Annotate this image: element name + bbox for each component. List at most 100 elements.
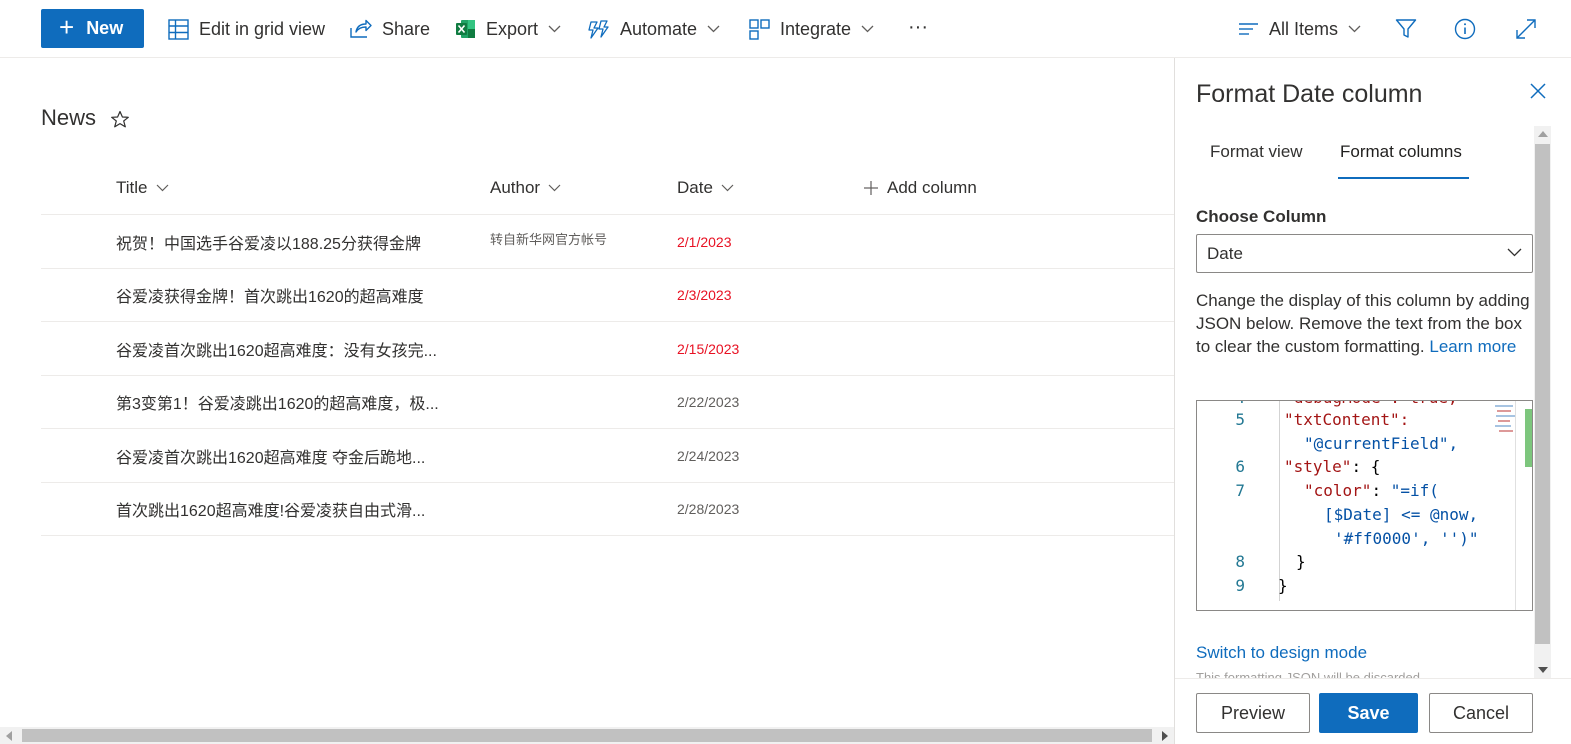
info-button[interactable] bbox=[1452, 16, 1478, 42]
row-title[interactable]: 祝贺！中国选手谷爱凌以188.25分获得金牌 bbox=[116, 215, 471, 268]
filter-button[interactable] bbox=[1393, 16, 1419, 42]
code-line: "color": "=if( bbox=[1304, 481, 1439, 500]
save-button[interactable]: Save bbox=[1319, 693, 1418, 733]
code-line: "txtContent": bbox=[1284, 410, 1410, 429]
expand-icon bbox=[1516, 19, 1536, 39]
line-number: 4 bbox=[1197, 401, 1245, 407]
editor-scroll-indicator bbox=[1525, 409, 1532, 467]
line-number: 9 bbox=[1235, 576, 1245, 595]
format-panel: Format Date column Format view Format co… bbox=[1174, 58, 1571, 744]
view-label: All Items bbox=[1269, 18, 1339, 39]
row-date: 2/3/2023 bbox=[677, 287, 732, 303]
scroll-up-icon[interactable] bbox=[1538, 131, 1548, 137]
choose-column-label: Choose Column bbox=[1196, 207, 1327, 226]
line-number: 8 bbox=[1235, 552, 1245, 571]
add-column-button[interactable]: Add column bbox=[864, 176, 977, 200]
row-author bbox=[490, 373, 660, 426]
chevron-down-icon bbox=[548, 25, 561, 33]
column-header-title[interactable]: Title bbox=[116, 176, 169, 200]
row-title[interactable]: 谷爱凌首次跳出1620超高难度：没有女孩完... bbox=[116, 322, 471, 375]
row-title[interactable]: 首次跳出1620超高难度!谷爱凌获自由式滑... bbox=[116, 483, 471, 536]
scrollbar-thumb[interactable] bbox=[22, 729, 1152, 742]
list-title: News bbox=[41, 105, 130, 131]
tab-format-view[interactable]: Format view bbox=[1210, 142, 1303, 162]
automate-label: Automate bbox=[620, 18, 698, 39]
row-author: 转自新华网官方帐号 bbox=[490, 232, 608, 247]
code-line: } bbox=[1296, 552, 1306, 571]
more-button[interactable]: ··· bbox=[908, 12, 928, 42]
switch-design-mode-link[interactable]: Switch to design mode bbox=[1196, 643, 1367, 663]
row-title[interactable]: 第3变第1！谷爱凌跳出1620的超高难度，极... bbox=[116, 376, 471, 429]
fullscreen-button[interactable] bbox=[1513, 16, 1539, 42]
list-title-text: News bbox=[41, 105, 97, 130]
column-header-author[interactable]: Author bbox=[490, 176, 561, 200]
chevron-down-icon bbox=[548, 184, 561, 192]
plus-icon: + bbox=[59, 12, 75, 42]
row-date: 2/15/2023 bbox=[677, 340, 740, 357]
scroll-down-icon[interactable] bbox=[1538, 667, 1548, 673]
plus-icon bbox=[864, 181, 878, 195]
column-select[interactable]: Date bbox=[1196, 234, 1533, 273]
cancel-button[interactable]: Cancel bbox=[1429, 693, 1533, 733]
code-line: '#ff0000', '')" bbox=[1334, 529, 1479, 548]
close-icon bbox=[1530, 83, 1546, 99]
integrate-button[interactable]: Integrate bbox=[749, 14, 874, 44]
panel-footer: Preview Save Cancel bbox=[1175, 678, 1571, 744]
export-label: Export bbox=[486, 18, 539, 39]
scroll-right-icon[interactable] bbox=[1162, 731, 1168, 741]
row-title[interactable]: 谷爱凌获得金牌！首次跳出1620的超高难度 bbox=[116, 269, 471, 322]
learn-more-link[interactable]: Learn more bbox=[1429, 337, 1516, 356]
table-row[interactable]: 谷爱凌获得金牌！首次跳出1620的超高难度 2/3/2023 bbox=[41, 266, 1174, 322]
edit-grid-button[interactable]: Edit in grid view bbox=[168, 14, 325, 44]
table-row[interactable]: 谷爱凌首次跳出1620超高难度：没有女孩完... 2/15/2023 bbox=[41, 322, 1174, 376]
format-description: Change the display of this column by add… bbox=[1196, 289, 1531, 358]
view-switcher[interactable]: All Items bbox=[1238, 14, 1361, 44]
grid-icon bbox=[168, 18, 189, 40]
integrate-label: Integrate bbox=[780, 18, 852, 39]
close-button[interactable] bbox=[1529, 82, 1551, 104]
table-row[interactable]: 谷爱凌首次跳出1620超高难度 夺金后跪地... 2/24/2023 bbox=[41, 429, 1174, 483]
code-line: } bbox=[1278, 576, 1288, 595]
new-button[interactable]: + New bbox=[41, 9, 144, 48]
code-line: "@currentField", bbox=[1304, 434, 1459, 453]
chevron-down-icon bbox=[707, 25, 720, 33]
panel-scrollbar-thumb[interactable] bbox=[1535, 144, 1550, 644]
table-row[interactable]: 第3变第1！谷爱凌跳出1620的超高难度，极... 2/22/2023 bbox=[41, 373, 1174, 429]
chevron-down-icon bbox=[1507, 248, 1522, 257]
scroll-left-icon[interactable] bbox=[6, 731, 12, 741]
new-button-label: New bbox=[86, 18, 124, 38]
column-header-author-label: Author bbox=[490, 178, 541, 197]
panel-scrollbar[interactable] bbox=[1534, 126, 1551, 678]
info-icon bbox=[1454, 18, 1476, 40]
panel-title: Format Date column bbox=[1196, 80, 1423, 108]
more-icon: ··· bbox=[908, 15, 928, 38]
column-header-date[interactable]: Date bbox=[677, 176, 734, 200]
row-date: 2/28/2023 bbox=[677, 501, 740, 517]
code-line: "style": { bbox=[1284, 457, 1381, 476]
tab-format-columns[interactable]: Format columns bbox=[1340, 142, 1462, 162]
line-number: 5 bbox=[1235, 410, 1245, 429]
indent-guide bbox=[1279, 401, 1280, 601]
column-select-value: Date bbox=[1207, 243, 1243, 263]
filter-icon bbox=[1395, 19, 1417, 38]
row-author bbox=[490, 426, 660, 479]
share-button[interactable]: Share bbox=[350, 14, 430, 44]
export-button[interactable]: Export bbox=[455, 14, 561, 44]
code-line: [$Date] <= @now, bbox=[1324, 505, 1479, 524]
row-author bbox=[490, 266, 660, 319]
edit-grid-label: Edit in grid view bbox=[199, 18, 326, 39]
column-header-title-label: Title bbox=[116, 178, 148, 197]
horizontal-scrollbar[interactable] bbox=[0, 727, 1174, 744]
row-date: 2/22/2023 bbox=[677, 394, 740, 410]
preview-button[interactable]: Preview bbox=[1196, 693, 1310, 733]
table-row[interactable]: 首次跳出1620超高难度!谷爱凌获自由式滑... 2/28/2023 bbox=[41, 483, 1174, 536]
json-editor[interactable]: 4 "debugMode": true, 5 "txtContent": "@c… bbox=[1196, 400, 1533, 611]
row-title[interactable]: 谷爱凌首次跳出1620超高难度 夺金后跪地... bbox=[116, 429, 471, 482]
active-tab-indicator bbox=[1338, 177, 1469, 179]
automate-icon bbox=[588, 20, 609, 39]
star-icon[interactable] bbox=[110, 110, 130, 129]
table-row[interactable]: 祝贺！中国选手谷爱凌以188.25分获得金牌 转自新华网官方帐号 2/1/202… bbox=[41, 215, 1174, 269]
share-label: Share bbox=[382, 18, 431, 39]
chevron-down-icon bbox=[1348, 25, 1361, 33]
automate-button[interactable]: Automate bbox=[588, 14, 720, 44]
